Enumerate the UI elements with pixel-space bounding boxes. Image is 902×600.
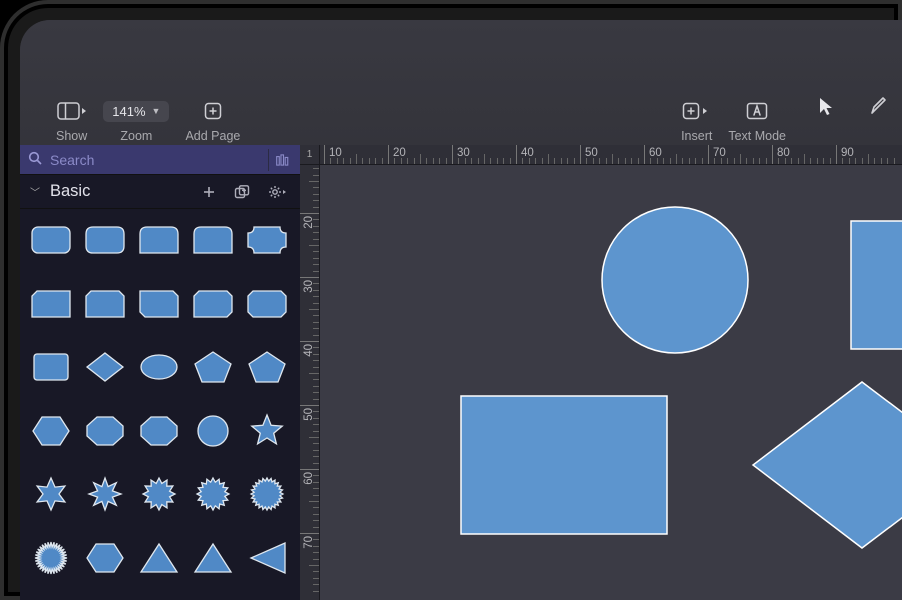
shape-pentagon[interactable] <box>244 346 290 388</box>
gear-icon[interactable] <box>264 185 290 199</box>
canvas-circle-shape[interactable] <box>600 205 750 355</box>
show-tool[interactable]: Show <box>48 100 95 143</box>
pencil-tool-icon[interactable] <box>864 95 892 117</box>
shapes-sidebar: ﹀ Basic <box>20 145 300 600</box>
canvas-diamond-shape[interactable] <box>750 380 902 550</box>
shape-ellipse[interactable] <box>136 346 182 388</box>
shape-circle[interactable] <box>190 410 236 452</box>
text-mode-icon <box>746 100 768 122</box>
canvas-rect-shape[interactable] <box>460 395 668 535</box>
shape-rounded-tab[interactable] <box>190 219 236 261</box>
insert-tool[interactable]: Insert <box>673 100 720 143</box>
shape-star-5[interactable] <box>244 410 290 452</box>
add-page-tool[interactable]: Add Page <box>177 100 248 143</box>
shape-grid <box>20 209 300 600</box>
plus-box-icon <box>204 100 222 122</box>
shape-cut-corner-rect-2[interactable] <box>82 283 128 325</box>
shape-triangle-up[interactable] <box>190 537 236 579</box>
insert-label: Insert <box>681 129 712 143</box>
shape-burst-24[interactable] <box>244 473 290 515</box>
shape-cut-corner-rect-1[interactable] <box>28 283 74 325</box>
canvas[interactable] <box>320 165 902 600</box>
shape-star-6[interactable] <box>28 473 74 515</box>
top-ruler[interactable]: 102030405060708090 <box>320 145 902 165</box>
search-row <box>20 145 300 175</box>
shape-hexagon[interactable] <box>82 537 128 579</box>
shape-rounded-tab[interactable] <box>136 219 182 261</box>
text-mode-label: Text Mode <box>728 129 786 143</box>
shape-star-8[interactable] <box>82 473 128 515</box>
shape-burst-16[interactable] <box>190 473 236 515</box>
left-ruler[interactable]: 10203040506070 <box>300 145 320 600</box>
category-header[interactable]: ﹀ Basic <box>20 175 300 209</box>
add-page-label: Add Page <box>185 129 240 143</box>
show-label: Show <box>56 129 87 143</box>
search-icon <box>28 151 42 168</box>
shape-octagon[interactable] <box>82 410 128 452</box>
shape-plaque[interactable] <box>244 219 290 261</box>
shape-octagon[interactable] <box>136 410 182 452</box>
category-name: Basic <box>50 182 188 201</box>
shape-cut-corner-rect-5[interactable] <box>244 283 290 325</box>
shape-triangle-up[interactable] <box>136 537 182 579</box>
shape-square[interactable] <box>28 346 74 388</box>
zoom-pill[interactable]: 141% ▼ <box>103 101 169 122</box>
duplicate-icon[interactable] <box>230 185 254 199</box>
shape-sun-burst[interactable] <box>28 537 74 579</box>
shape-cut-corner-rect-3[interactable] <box>136 283 182 325</box>
shape-diamond[interactable] <box>82 346 128 388</box>
zoom-tool[interactable]: 141% ▼ Zoom <box>95 100 177 143</box>
toolbar: Show 141% ▼ Zoom Add Page <box>20 20 902 145</box>
insert-icon <box>682 100 712 122</box>
shape-burst-12[interactable] <box>136 473 182 515</box>
text-mode-tool[interactable]: Text Mode <box>720 100 794 143</box>
zoom-label: Zoom <box>120 129 152 143</box>
sidebar-toggle-icon <box>57 100 87 122</box>
zoom-value: 141% <box>112 104 145 119</box>
add-shape-icon[interactable] <box>198 185 220 199</box>
chevron-down-icon: ▼ <box>152 106 161 116</box>
chevron-down-icon: ﹀ <box>30 184 40 199</box>
shape-pentagon[interactable] <box>190 346 236 388</box>
library-icon[interactable] <box>268 149 292 171</box>
shape-hexagon[interactable] <box>28 410 74 452</box>
shape-triangle-left[interactable] <box>244 537 290 579</box>
ruler-corner: 1 <box>300 145 320 165</box>
pointer-tool-icon[interactable] <box>812 95 840 117</box>
shape-round-octagon[interactable] <box>82 219 128 261</box>
canvas-rect-shape-2[interactable] <box>850 220 902 350</box>
canvas-region: 1 102030405060708090 10203040506070 <box>300 145 902 600</box>
search-input[interactable] <box>50 152 260 168</box>
shape-cut-corner-rect-4[interactable] <box>190 283 236 325</box>
shape-rounded-rect[interactable] <box>28 219 74 261</box>
